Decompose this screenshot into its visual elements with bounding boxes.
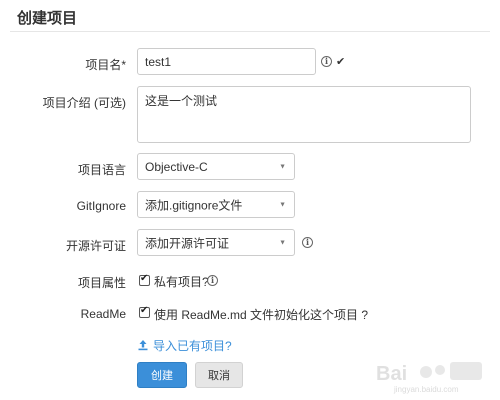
title-divider (10, 31, 490, 32)
private-project-label: 私有项目? (154, 275, 209, 289)
project-name-label: 项目名* (85, 58, 126, 72)
create-button[interactable]: 创建 (137, 362, 187, 388)
project-description-label: 项目介绍 (可选) (42, 96, 126, 110)
readme-init-label: 使用 ReadMe.md 文件初始化这个项目 ? (154, 308, 369, 322)
page-title: 创建项目 (17, 10, 78, 27)
import-project-link[interactable]: 导入已有项目? (137, 337, 232, 354)
caret-down-icon: ▼ (279, 201, 286, 208)
project-attributes-label: 项目属性 (77, 276, 126, 290)
gitignore-select[interactable]: 添加.gitignore文件 ▼ (137, 191, 295, 218)
upload-icon (138, 340, 148, 351)
info-icon[interactable]: i (321, 56, 332, 67)
private-project-checkbox[interactable]: ✔ (139, 273, 150, 286)
check-icon: ✔ (336, 56, 346, 68)
checkbox-check-icon: ✔ (140, 305, 149, 316)
cancel-button[interactable]: 取消 (195, 362, 243, 388)
caret-down-icon: ▼ (279, 163, 286, 170)
license-value: 添加开源许可证 (145, 236, 230, 250)
watermark-site-text: jingyan.baidu.com (393, 385, 459, 394)
info-icon[interactable]: i (302, 237, 313, 248)
caret-down-icon: ▼ (279, 239, 286, 246)
gitignore-label: GitIgnore (76, 199, 126, 213)
readme-init-checkbox[interactable]: ✔ (139, 305, 150, 318)
readme-label: ReadMe (80, 307, 126, 321)
project-language-value: Objective-C (145, 159, 208, 174)
project-name-value: test1 (145, 54, 172, 69)
info-icon[interactable]: i (207, 275, 218, 286)
import-project-label: 导入已有项目? (153, 339, 232, 353)
project-name-input[interactable]: test1 (137, 48, 316, 75)
project-language-select[interactable]: Objective-C ▼ (137, 153, 295, 180)
project-description-value: 这是一个测试 (145, 94, 218, 108)
watermark-logo-text: Bai (376, 363, 407, 385)
baidu-jingyan-watermark: Bai jingyan.baidu.com (376, 362, 482, 394)
gitignore-value: 添加.gitignore文件 (145, 198, 243, 212)
project-language-label: 项目语言 (77, 163, 126, 177)
license-select[interactable]: 添加开源许可证 ▼ (137, 229, 295, 256)
project-description-textarea[interactable]: 这是一个测试 (137, 86, 471, 143)
checkbox-check-icon: ✔ (140, 273, 149, 284)
license-label: 开源许可证 (65, 239, 126, 253)
